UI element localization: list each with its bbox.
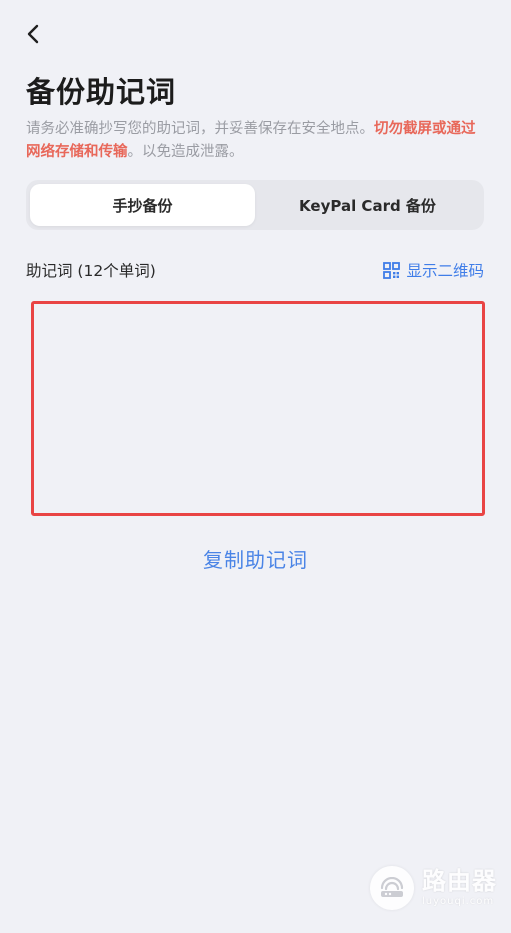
back-button[interactable]	[18, 18, 50, 50]
watermark-subtitle: luyouqi.com	[422, 896, 495, 907]
instructions-tail: 。以免造成泄露。	[127, 144, 244, 160]
tab-manual-backup[interactable]: 手抄备份	[30, 184, 255, 226]
tab-keypal-card-backup[interactable]: KeyPal Card 备份	[255, 184, 480, 226]
instructions-text: 请务必准确抄写您的助记词，并妥善保存在安全地点。	[26, 121, 374, 137]
watermark-title: 路由器	[422, 867, 497, 895]
router-logo-icon	[370, 866, 414, 910]
chevron-left-icon	[27, 24, 39, 44]
mnemonic-header: 助记词 (12个单词) 显示二维码	[26, 258, 484, 282]
page-title: 备份助记词	[26, 75, 177, 109]
show-qr-code-button[interactable]: 显示二维码	[383, 259, 484, 281]
backup-instructions: 请务必准确抄写您的助记词，并妥善保存在安全地点。切勿截屏或通过网络存储和传输。以…	[26, 118, 488, 164]
qr-code-icon	[383, 261, 401, 279]
watermark: 路由器 luyouqi.com	[370, 866, 497, 910]
mnemonic-words-box	[31, 301, 485, 516]
mnemonic-label: 助记词 (12个单词)	[26, 262, 156, 280]
show-qr-code-label: 显示二维码	[406, 262, 484, 280]
copy-mnemonic-button[interactable]: 复制助记词	[0, 544, 511, 573]
backup-method-tabs: 手抄备份 KeyPal Card 备份	[26, 180, 484, 230]
